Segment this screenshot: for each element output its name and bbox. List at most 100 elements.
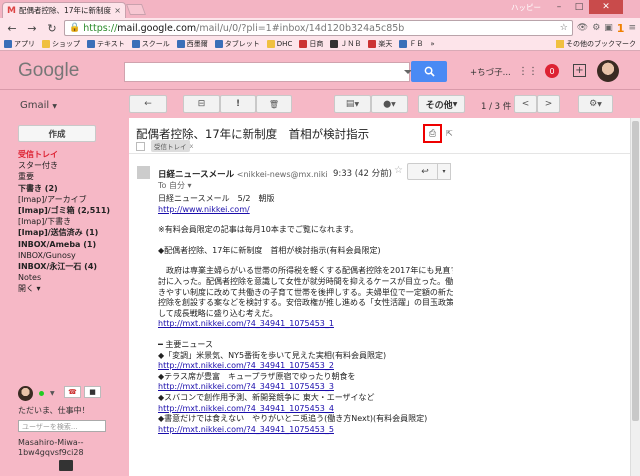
inbox-tag[interactable]: 受信トレイ	[151, 140, 190, 152]
important-marker[interactable]	[136, 141, 145, 151]
extension-badge[interactable]: 1	[617, 22, 625, 35]
chevron-down-icon[interactable]: ▼	[50, 390, 55, 397]
report-spam-button[interactable]: !	[220, 95, 256, 113]
bookmark-icon	[214, 40, 223, 48]
bookmark-icon	[176, 40, 185, 48]
chat-bubble-icon[interactable]	[59, 460, 73, 471]
bookmark-star-icon[interactable]: ☆	[560, 23, 568, 33]
close-window-icon[interactable]: ✕	[589, 0, 623, 14]
labels-button[interactable]: ⬤ ▼	[371, 95, 408, 113]
sidebar-item-notes[interactable]: Notes	[18, 272, 128, 283]
bookmark-item[interactable]: 日商	[299, 39, 323, 49]
remove-tag-icon[interactable]: x	[190, 142, 194, 150]
phone-icon[interactable]: ☎	[64, 386, 81, 398]
maximize-icon[interactable]: □	[569, 0, 589, 14]
body-link[interactable]: http://mxt.nikkei.com/?4_34941_1075453_1	[158, 319, 453, 330]
bookmark-item[interactable]: タブレット	[214, 39, 260, 49]
archive-button[interactable]: ⊟	[183, 95, 220, 113]
older-button[interactable]: >	[537, 95, 560, 113]
sidebar-item-imap-drafts[interactable]: [Imap]/下書き	[18, 216, 128, 227]
chevron-down-icon: ▼	[597, 100, 602, 108]
delete-button[interactable]: 🗑	[256, 95, 292, 113]
sidebar-item-more[interactable]: 開く ▾	[18, 283, 128, 294]
chat-avatar[interactable]	[18, 385, 33, 401]
apps-icon	[4, 40, 12, 48]
bookmark-item[interactable]: ショップ	[42, 39, 80, 49]
star-icon[interactable]: ☆	[394, 165, 403, 176]
sidebar-item-inbox-gunosy[interactable]: INBOX/Gunosy	[18, 250, 128, 261]
status-online-icon[interactable]	[39, 390, 44, 396]
bookmark-item[interactable]: スクール	[131, 39, 170, 49]
compose-button[interactable]: 作成	[18, 125, 96, 142]
notification-badge[interactable]: 0	[545, 64, 559, 78]
chat-search-input[interactable]: ユーザーを検索...	[18, 420, 106, 432]
sidebar-item-inbox[interactable]: 受信トレイ	[18, 149, 128, 160]
chat-status-message[interactable]: ただいま、仕事中！	[18, 405, 128, 416]
bookmark-item[interactable]: 楽天	[368, 39, 392, 49]
browser-tab[interactable]: M 配偶者控除、17年に新制度 ×	[2, 2, 126, 18]
extension-eye-icon[interactable]: 👁	[577, 23, 588, 33]
search-icon	[424, 66, 435, 77]
sidebar-item-inbox-ameba[interactable]: INBOX/Ameba (1)	[18, 239, 128, 250]
body-link[interactable]: http://www.nikkei.com/	[158, 205, 453, 216]
other-bookmarks[interactable]: その他のブックマーク	[556, 39, 636, 49]
scrollbar-thumb[interactable]	[632, 121, 639, 421]
body-link[interactable]: http://mxt.nikkei.com/?4_34941_1075453_2	[158, 361, 453, 372]
bookmark-item[interactable]: ＦＢ	[399, 39, 423, 49]
open-new-window-icon[interactable]: ⇱	[446, 129, 453, 138]
reload-icon[interactable]: ↻	[44, 20, 60, 36]
body-link[interactable]: http://mxt.nikkei.com/?4_34941_1075453_4	[158, 404, 453, 415]
share-plus-icon[interactable]: +	[573, 64, 586, 77]
google-logo[interactable]: Google	[18, 60, 79, 82]
body-text-line: 討に入った。配偶者控除を意識して女性が就労時間を抑えるケースが目立った。働	[158, 276, 453, 286]
url-path: /mail/u/0/?pli=1#inbox/14d120b324a5c85b	[196, 22, 405, 34]
apps-grid-icon[interactable]: ⋮⋮	[518, 66, 538, 77]
chevron-down-icon: ▼	[391, 100, 396, 108]
bookmark-item[interactable]: アプリ	[4, 39, 35, 49]
more-actions-button[interactable]: ▾	[437, 163, 451, 180]
settings-button[interactable]: ⚙ ▼	[578, 95, 613, 113]
move-to-button[interactable]: ▤ ▼	[334, 95, 371, 113]
lock-icon: 🔒	[69, 23, 81, 33]
back-icon[interactable]: ←	[4, 20, 20, 36]
extension-gear-icon[interactable]: ⚙	[592, 23, 600, 33]
chat-contact[interactable]: Masahiro-Miwa-- 1bw4gqvsf9ci28	[18, 438, 128, 458]
sidebar-item-starred[interactable]: スター付き	[18, 160, 128, 171]
bookmark-item[interactable]: ＪＮＢ	[330, 39, 361, 49]
more-bookmarks-icon[interactable]: »	[430, 40, 434, 48]
folder-icon	[266, 40, 275, 48]
search-button[interactable]	[411, 61, 447, 82]
gmail-menu[interactable]: Gmail ▼	[20, 100, 57, 111]
address-bar[interactable]: 🔒 https://mail.google.com/mail/u/0/?pli=…	[64, 20, 573, 36]
sidebar-item-imap-archive[interactable]: [Imap]/アーカイブ	[18, 194, 128, 205]
recipient-dropdown[interactable]: To 自分 ▾	[158, 180, 192, 191]
menu-icon[interactable]: ≡	[628, 23, 636, 33]
bookmark-item[interactable]: DHC	[266, 40, 292, 48]
forward-icon[interactable]: →	[24, 20, 40, 36]
body-link[interactable]: http://mxt.nikkei.com/?4_34941_1075453_5	[158, 425, 453, 436]
sender-line[interactable]: 日経ニュースメール <nikkei-news@mx.niki	[158, 168, 328, 180]
sidebar-item-imap-sent[interactable]: [Imap]/送信済み (1)	[18, 227, 128, 238]
video-icon[interactable]: ■	[84, 386, 101, 398]
bookmark-item[interactable]: 西墨爾	[176, 39, 208, 49]
bookmark-icon	[299, 40, 308, 48]
user-name-link[interactable]: +ちづ子...	[470, 66, 511, 78]
arrow-left-icon: ←	[144, 99, 152, 109]
body-link[interactable]: http://mxt.nikkei.com/?4_34941_1075453_3	[158, 382, 453, 393]
avatar[interactable]	[597, 60, 619, 82]
tab-close-icon[interactable]: ×	[114, 6, 121, 15]
sidebar-item-inbox-nagae[interactable]: INBOX/永江一石 (4)	[18, 261, 128, 272]
sidebar-item-drafts[interactable]: 下書き (2)	[18, 183, 128, 194]
newer-button[interactable]: <	[514, 95, 537, 113]
sidebar-item-imap-trash[interactable]: [Imap]/ゴミ箱 (2,511)	[18, 205, 128, 216]
profile-name[interactable]: ハッピー	[507, 2, 549, 13]
search-input[interactable]	[124, 62, 410, 82]
back-to-inbox-button[interactable]: ←	[129, 95, 167, 113]
more-button[interactable]: その他 ▼	[418, 95, 465, 113]
print-all-icon[interactable]: ⎙	[423, 124, 442, 143]
bookmark-item[interactable]: テキスト	[87, 39, 125, 49]
minimize-icon[interactable]: –	[549, 0, 569, 14]
sidebar-item-important[interactable]: 重要	[18, 171, 128, 182]
extension-box-icon[interactable]: ▣	[604, 23, 613, 33]
